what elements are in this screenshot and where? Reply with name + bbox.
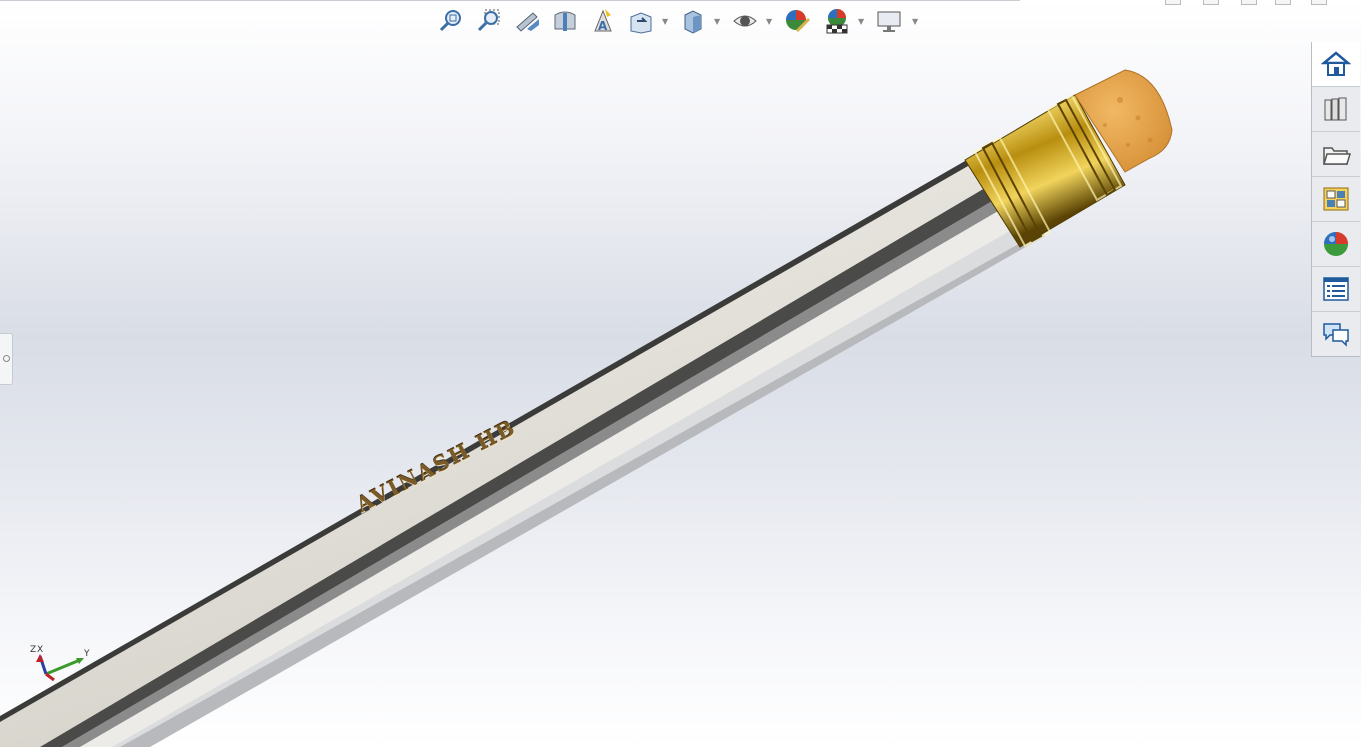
view-orientation-icon[interactable] bbox=[624, 4, 658, 38]
edit-appearance-icon[interactable] bbox=[780, 4, 814, 38]
view-settings-dropdown-icon[interactable]: ▼ bbox=[912, 18, 920, 26]
graphics-area[interactable]: AVINASH HB A ▼ ▼ ▼ ▼ ▼ Z X Y bbox=[0, 0, 1361, 747]
custom-properties-icon[interactable] bbox=[1312, 267, 1360, 312]
handle-grip-icon bbox=[3, 355, 10, 362]
pencil-stripe-edge bbox=[62, 200, 1000, 747]
triad-y-label: Y bbox=[83, 649, 90, 659]
view-settings-icon[interactable] bbox=[872, 4, 906, 38]
appearances-scenes-icon[interactable] bbox=[1312, 222, 1360, 267]
apply-scene-icon[interactable] bbox=[820, 4, 854, 38]
pencil-main-face bbox=[0, 160, 1005, 747]
zoom-to-area-icon[interactable] bbox=[472, 4, 506, 38]
tile-graphics-icon[interactable] bbox=[1203, 0, 1219, 5]
task-pane-tabs bbox=[1311, 42, 1360, 357]
display-style-icon[interactable] bbox=[676, 4, 710, 38]
triad-x-label: X bbox=[37, 645, 43, 655]
minimize-graphics-icon[interactable] bbox=[1241, 0, 1257, 5]
restore-graphics-icon[interactable] bbox=[1165, 0, 1181, 5]
triad-y-axis bbox=[45, 658, 81, 676]
hide-show-items-icon[interactable] bbox=[728, 4, 762, 38]
apply-scene-dropdown-icon[interactable]: ▼ bbox=[858, 18, 866, 26]
pencil-model[interactable] bbox=[0, 0, 1361, 747]
reference-triad: Z X Y bbox=[30, 645, 90, 682]
pencil-dark-stripe bbox=[40, 188, 994, 747]
dynamic-annotation-views-icon[interactable]: A bbox=[586, 4, 620, 38]
section-view-icon[interactable] bbox=[548, 4, 582, 38]
triad-x-axis bbox=[45, 672, 55, 682]
display-style-dropdown-icon[interactable]: ▼ bbox=[714, 18, 722, 26]
pencil-lower-white bbox=[80, 210, 1015, 747]
close-graphics-icon[interactable] bbox=[1311, 0, 1327, 5]
previous-view-icon[interactable] bbox=[510, 4, 544, 38]
view-palette-icon[interactable] bbox=[1312, 177, 1360, 222]
svg-text:A: A bbox=[598, 19, 608, 33]
solidworks-forum-icon[interactable] bbox=[1312, 312, 1360, 356]
zoom-to-fit-icon[interactable] bbox=[434, 4, 468, 38]
feature-manager-collapse-handle[interactable] bbox=[0, 333, 13, 385]
design-library-icon[interactable] bbox=[1312, 87, 1360, 132]
maximize-graphics-icon[interactable] bbox=[1275, 0, 1291, 5]
triad-x-arrow bbox=[36, 654, 44, 662]
triad-z-label: Z bbox=[30, 645, 36, 655]
view-orientation-dropdown-icon[interactable]: ▼ bbox=[662, 18, 670, 26]
file-explorer-icon[interactable] bbox=[1312, 132, 1360, 177]
solidworks-resources-icon[interactable] bbox=[1312, 42, 1360, 87]
hide-show-dropdown-icon[interactable]: ▼ bbox=[766, 18, 774, 26]
